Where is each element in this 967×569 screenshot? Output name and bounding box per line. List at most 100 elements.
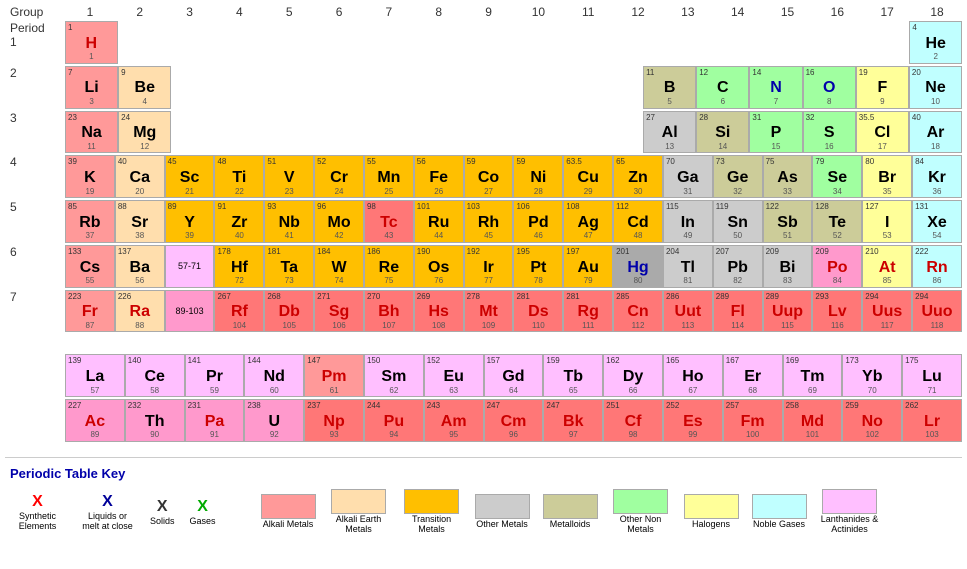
- element-Np[interactable]: 237 Np 93: [304, 399, 364, 442]
- element-Rb[interactable]: 85 Rb 37: [65, 200, 115, 243]
- element-Tb[interactable]: 159 Tb 65: [543, 354, 603, 397]
- element-Fm[interactable]: 257 Fm 100: [723, 399, 783, 442]
- element-Cu[interactable]: 63.5 Cu 29: [563, 155, 613, 198]
- element-Uuo[interactable]: 294 Uuo 118: [912, 290, 962, 333]
- element-Dy[interactable]: 162 Dy 66: [603, 354, 663, 397]
- element-Pb[interactable]: 207 Pb 82: [713, 245, 763, 288]
- element-Au[interactable]: 197 Au 79: [563, 245, 613, 288]
- element-Rh[interactable]: 103 Rh 45: [464, 200, 514, 243]
- element-Fe[interactable]: 56 Fe 26: [414, 155, 464, 198]
- element-Po[interactable]: 209 Po 84: [812, 245, 862, 288]
- element-Er[interactable]: 167 Er 68: [723, 354, 783, 397]
- element-Pm[interactable]: 147 Pm 61: [304, 354, 364, 397]
- element-He[interactable]: 4 He 2: [909, 21, 962, 64]
- element-Ho[interactable]: 165 Ho 67: [663, 354, 723, 397]
- element-Nd[interactable]: 144 Nd 60: [244, 354, 304, 397]
- element-Tm[interactable]: 169 Tm 69: [783, 354, 843, 397]
- element-Pu[interactable]: 244 Pu 94: [364, 399, 424, 442]
- element-Be[interactable]: 9 Be 4: [118, 66, 171, 109]
- element-Ra[interactable]: 226 Ra 88: [115, 290, 165, 333]
- element-Rn[interactable]: 222 Rn 86: [912, 245, 962, 288]
- element-Mo[interactable]: 96 Mo 42: [314, 200, 364, 243]
- element-Eu[interactable]: 152 Eu 63: [424, 354, 484, 397]
- element-Te[interactable]: 128 Te 52: [812, 200, 862, 243]
- element-No[interactable]: 259 No 102: [842, 399, 902, 442]
- element-W[interactable]: 184 W 74: [314, 245, 364, 288]
- element-Mt[interactable]: 278 Mt 109: [464, 290, 514, 333]
- element-Hg[interactable]: 201 Hg 80: [613, 245, 663, 288]
- element-Es[interactable]: 252 Es 99: [663, 399, 723, 442]
- element-Pd[interactable]: 106 Pd 46: [513, 200, 563, 243]
- element-Bh[interactable]: 270 Bh 107: [364, 290, 414, 333]
- element-H[interactable]: 1 H 1: [65, 21, 118, 64]
- element-N[interactable]: 14 N 7: [749, 66, 802, 109]
- element-Am[interactable]: 243 Am 95: [424, 399, 484, 442]
- element-Br[interactable]: 80 Br 35: [862, 155, 912, 198]
- element-Yb[interactable]: 173 Yb 70: [842, 354, 902, 397]
- element-Ge[interactable]: 73 Ge 32: [713, 155, 763, 198]
- element-Y[interactable]: 89 Y 39: [165, 200, 215, 243]
- element-Ba[interactable]: 137 Ba 56: [115, 245, 165, 288]
- element-Ti[interactable]: 48 Ti 22: [214, 155, 264, 198]
- element-Cs[interactable]: 133 Cs 55: [65, 245, 115, 288]
- element-Uut[interactable]: 286 Uut 113: [663, 290, 713, 333]
- element-Ta[interactable]: 181 Ta 73: [264, 245, 314, 288]
- element-Cm[interactable]: 247 Cm 96: [484, 399, 544, 442]
- element-Pa[interactable]: 231 Pa 91: [185, 399, 245, 442]
- element-Sr[interactable]: 88 Sr 38: [115, 200, 165, 243]
- element-Uup[interactable]: 289 Uup 115: [763, 290, 813, 333]
- element-Ir[interactable]: 192 Ir 77: [464, 245, 514, 288]
- element-Ga[interactable]: 70 Ga 31: [663, 155, 713, 198]
- element-F[interactable]: 19 F 9: [856, 66, 909, 109]
- element-Gd[interactable]: 157 Gd 64: [484, 354, 544, 397]
- element-S[interactable]: 32 S 16: [803, 111, 856, 154]
- element-Cr[interactable]: 52 Cr 24: [314, 155, 364, 198]
- element-Ca[interactable]: 40 Ca 20: [115, 155, 165, 198]
- element-Tl[interactable]: 204 Tl 81: [663, 245, 713, 288]
- element-Mn[interactable]: 55 Mn 25: [364, 155, 414, 198]
- element-Sn[interactable]: 119 Sn 50: [713, 200, 763, 243]
- element-P[interactable]: 31 P 15: [749, 111, 802, 154]
- element-Na[interactable]: 23 Na 11: [65, 111, 118, 154]
- element-Cl[interactable]: 35.5 Cl 17: [856, 111, 909, 154]
- element-Rg[interactable]: 281 Rg 111: [563, 290, 613, 333]
- element-Fr[interactable]: 223 Fr 87: [65, 290, 115, 333]
- element-Ar[interactable]: 40 Ar 18: [909, 111, 962, 154]
- element-As[interactable]: 75 As 33: [763, 155, 813, 198]
- element-Mg[interactable]: 24 Mg 12: [118, 111, 171, 154]
- element-Co[interactable]: 59 Co 27: [464, 155, 514, 198]
- element-Lr[interactable]: 262 Lr 103: [902, 399, 962, 442]
- element-O[interactable]: 16 O 8: [803, 66, 856, 109]
- element-Bi[interactable]: 209 Bi 83: [763, 245, 813, 288]
- element-Bk[interactable]: 247 Bk 97: [543, 399, 603, 442]
- element-C[interactable]: 12 C 6: [696, 66, 749, 109]
- element-I[interactable]: 127 I 53: [862, 200, 912, 243]
- element-Li[interactable]: 7 Li 3: [65, 66, 118, 109]
- element-Ne[interactable]: 20 Ne 10: [909, 66, 962, 109]
- element-Sb[interactable]: 122 Sb 51: [763, 200, 813, 243]
- element-Tc[interactable]: 98 Tc 43: [364, 200, 414, 243]
- element-In[interactable]: 115 In 49: [663, 200, 713, 243]
- element-V[interactable]: 51 V 23: [264, 155, 314, 198]
- element-Zr[interactable]: 91 Zr 40: [214, 200, 264, 243]
- element-Hf[interactable]: 178 Hf 72: [214, 245, 264, 288]
- element-Ds[interactable]: 281 Ds 110: [513, 290, 563, 333]
- element-Lv[interactable]: 293 Lv 116: [812, 290, 862, 333]
- element-Ce[interactable]: 140 Ce 58: [125, 354, 185, 397]
- element-Ac[interactable]: 227 Ac 89: [65, 399, 125, 442]
- element-At[interactable]: 210 At 85: [862, 245, 912, 288]
- element-Al[interactable]: 27 Al 13: [643, 111, 696, 154]
- element-Kr[interactable]: 84 Kr 36: [912, 155, 962, 198]
- element-Ru[interactable]: 101 Ru 44: [414, 200, 464, 243]
- element-Cd[interactable]: 112 Cd 48: [613, 200, 663, 243]
- element-Cn[interactable]: 285 Cn 112: [613, 290, 663, 333]
- element-Sg[interactable]: 271 Sg 106: [314, 290, 364, 333]
- element-Fl[interactable]: 289 Fl 114: [713, 290, 763, 333]
- element-Zn[interactable]: 65 Zn 30: [613, 155, 663, 198]
- element-Nb[interactable]: 93 Nb 41: [264, 200, 314, 243]
- element-Rf[interactable]: 267 Rf 104: [214, 290, 264, 333]
- element-Os[interactable]: 190 Os 76: [414, 245, 464, 288]
- element-Db[interactable]: 268 Db 105: [264, 290, 314, 333]
- element-Se[interactable]: 79 Se 34: [812, 155, 862, 198]
- element-Re[interactable]: 186 Re 75: [364, 245, 414, 288]
